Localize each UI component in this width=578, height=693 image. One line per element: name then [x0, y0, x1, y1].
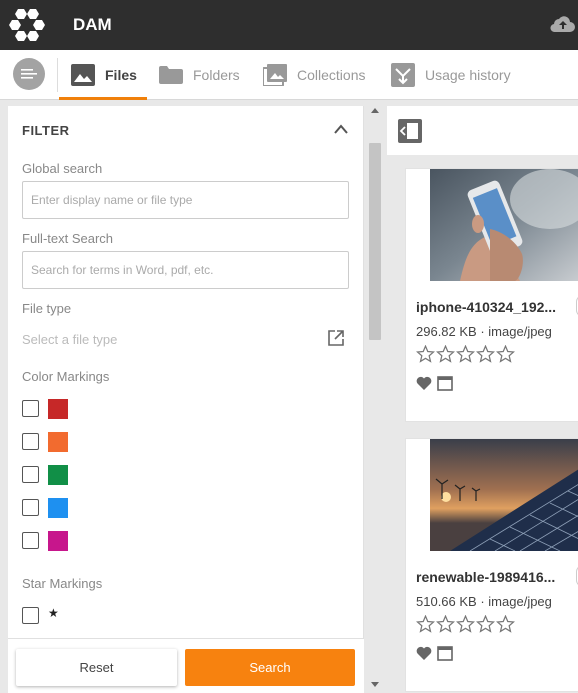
global-search-label: Global search	[22, 161, 103, 176]
star-outline-icon[interactable]	[436, 615, 455, 633]
filter-title: FILTER	[22, 123, 70, 138]
collapse-panel-icon[interactable]	[398, 119, 422, 143]
star-outline-icon[interactable]	[476, 615, 495, 633]
tab-bar: Files Folders Collections Usage history	[0, 50, 578, 100]
hexagon-logo-icon[interactable]	[9, 8, 45, 42]
checkbox[interactable]	[22, 532, 39, 549]
tab-label: Folders	[193, 66, 240, 83]
star-rating[interactable]	[416, 345, 515, 363]
star-outline-icon[interactable]	[416, 345, 435, 363]
card-actions	[416, 376, 453, 391]
image-icon	[71, 63, 95, 86]
asset-meta: 296.82 KB · image/jpeg	[416, 324, 552, 339]
star-outline-icon[interactable]	[496, 345, 515, 363]
asset-type: image/jpeg	[488, 324, 552, 339]
tab-folders[interactable]: Folders	[159, 50, 240, 99]
scroll-down-arrow[interactable]	[371, 682, 379, 687]
search-button[interactable]: Search	[185, 649, 355, 686]
color-swatch	[48, 399, 68, 419]
menu-icon	[21, 69, 37, 79]
checkbox[interactable]	[22, 499, 39, 516]
active-tab-indicator	[59, 97, 147, 100]
star-rating[interactable]	[416, 615, 515, 633]
file-type-select[interactable]: Select a file type	[22, 332, 117, 347]
color-swatch	[48, 465, 68, 485]
asset-type: image/jpeg	[488, 594, 552, 609]
color-marking-magenta[interactable]	[22, 531, 82, 551]
scroll-thumb[interactable]	[369, 143, 381, 340]
folder-icon	[159, 65, 183, 84]
tab-separator	[57, 58, 58, 92]
tab-collections[interactable]: Collections	[263, 50, 365, 99]
usage-history-icon	[391, 62, 415, 87]
color-marking-blue[interactable]	[22, 498, 82, 518]
color-marking-green[interactable]	[22, 465, 82, 485]
star-outline-icon[interactable]	[416, 615, 435, 633]
sidebar-toggle-button[interactable]	[13, 58, 45, 90]
heart-icon[interactable]	[416, 646, 432, 661]
star-outline-icon[interactable]	[436, 345, 455, 363]
fulltext-search-label: Full-text Search	[22, 231, 114, 246]
tab-label: Files	[105, 66, 137, 83]
file-type-label: File type	[22, 301, 72, 316]
star-marking-row[interactable]: ★	[22, 606, 82, 626]
star-outline-icon[interactable]	[476, 345, 495, 363]
asset-meta: 510.66 KB · image/jpeg	[416, 594, 552, 609]
results-toolbar	[387, 106, 578, 155]
app-title: DAM	[73, 15, 112, 34]
chevron-up-icon[interactable]	[333, 123, 349, 135]
asset-name[interactable]: renewable-1989416...	[416, 569, 555, 585]
preview-window-icon[interactable]	[437, 646, 453, 661]
fulltext-search-input[interactable]	[22, 251, 349, 289]
filter-footer: Reset Search	[8, 638, 364, 693]
star-icon: ★	[48, 606, 59, 620]
checkbox[interactable]	[22, 400, 39, 417]
asset-size: 510.66 KB	[416, 594, 477, 609]
color-markings-label: Color Markings	[22, 369, 110, 384]
asset-thumbnail[interactable]	[430, 439, 578, 551]
tab-label: Usage history	[425, 66, 511, 83]
color-marking-orange[interactable]	[22, 432, 82, 452]
checkbox[interactable]	[22, 466, 39, 483]
checkbox[interactable]	[22, 607, 39, 624]
scroll-up-arrow[interactable]	[371, 108, 379, 113]
filter-panel: FILTER Global search Full-text Search Fi…	[8, 106, 364, 638]
reset-button[interactable]: Reset	[16, 649, 177, 686]
asset-card[interactable]: iphone-410324_192... 296.82 KB · image/j…	[405, 168, 578, 422]
asset-card[interactable]: renewable-1989416... 510.66 KB · image/j…	[405, 438, 578, 692]
tab-files[interactable]: Files	[71, 50, 137, 99]
star-markings-label: Star Markings	[22, 576, 103, 591]
checkbox[interactable]	[22, 433, 39, 450]
open-external-icon[interactable]	[328, 330, 344, 346]
global-search-input[interactable]	[22, 181, 349, 219]
cloud-upload-icon[interactable]	[550, 14, 576, 34]
color-marking-red[interactable]	[22, 399, 82, 419]
color-swatch	[48, 498, 68, 518]
preview-window-icon[interactable]	[437, 376, 453, 391]
asset-thumbnail[interactable]	[430, 169, 578, 281]
color-swatch	[48, 531, 68, 551]
top-bar: DAM	[0, 0, 578, 50]
asset-size: 296.82 KB	[416, 324, 477, 339]
tab-usage-history[interactable]: Usage history	[391, 50, 511, 99]
star-outline-icon[interactable]	[496, 615, 515, 633]
asset-name[interactable]: iphone-410324_192...	[416, 299, 556, 315]
star-outline-icon[interactable]	[456, 615, 475, 633]
card-actions	[416, 646, 453, 661]
tab-label: Collections	[297, 66, 366, 83]
heart-icon[interactable]	[416, 376, 432, 391]
star-outline-icon[interactable]	[456, 345, 475, 363]
color-swatch	[48, 432, 68, 452]
collections-icon	[263, 63, 287, 86]
